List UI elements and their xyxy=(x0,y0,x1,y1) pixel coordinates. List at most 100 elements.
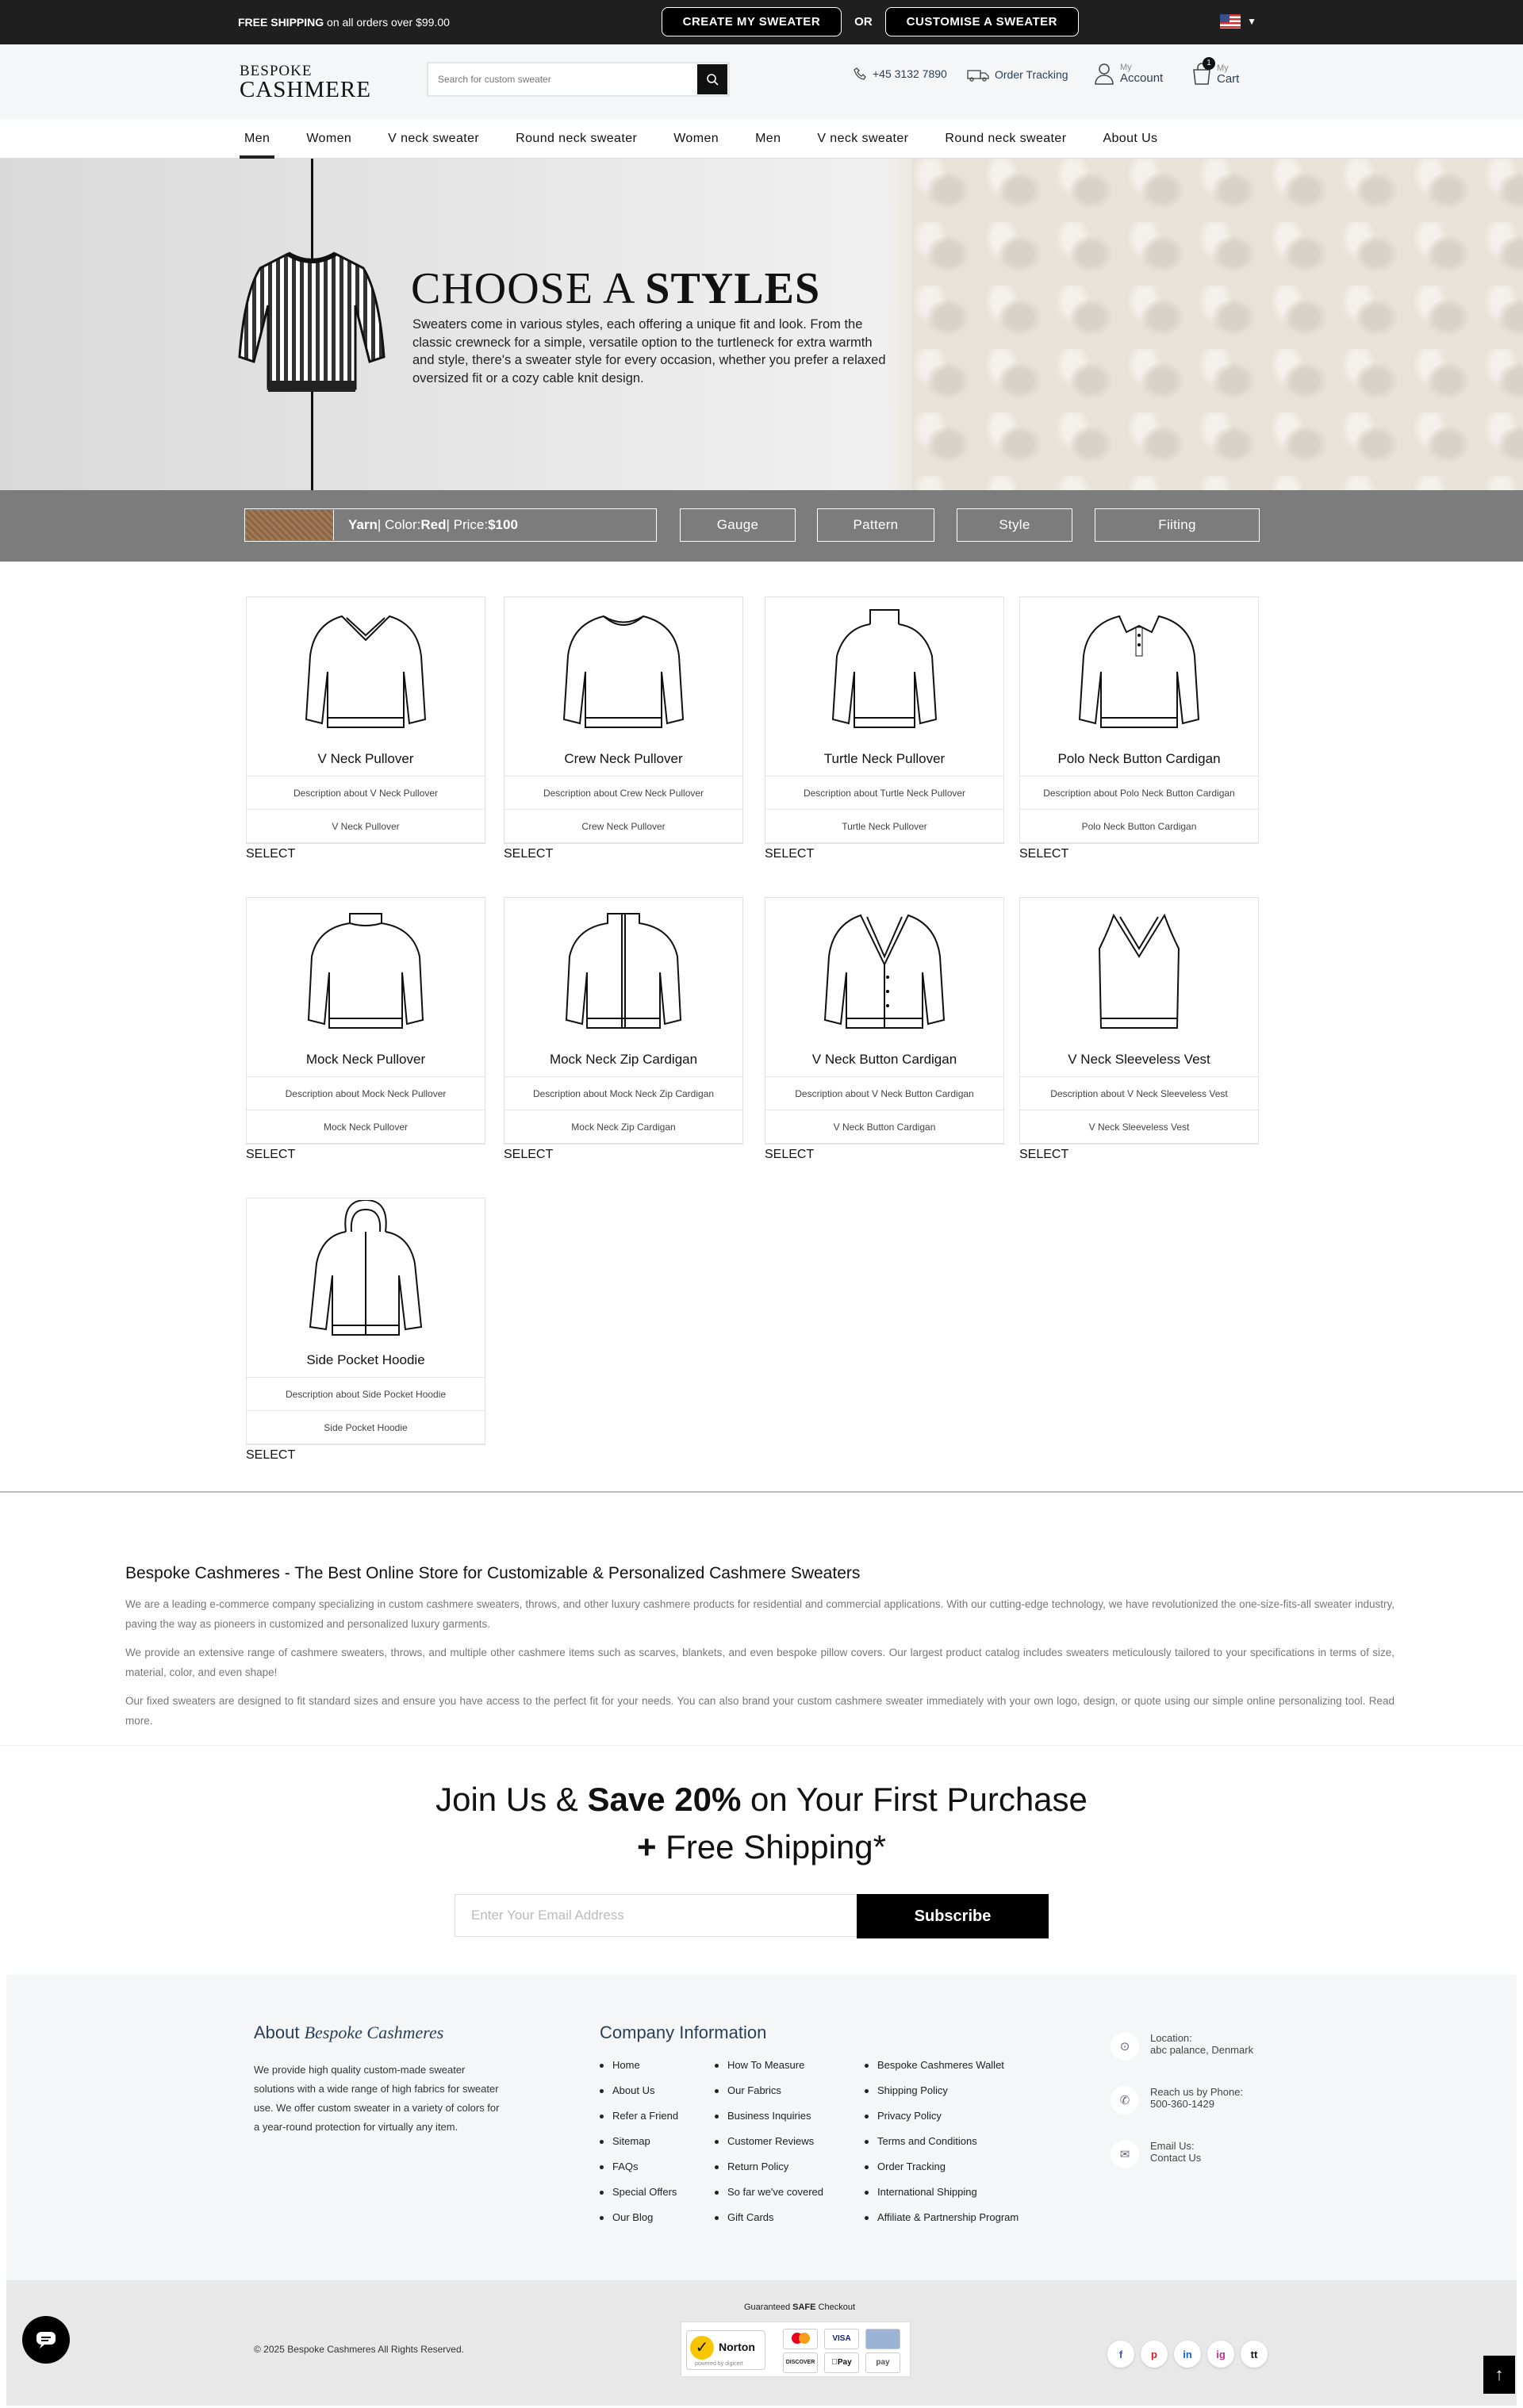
phone-link[interactable]: +45 3132 7890 xyxy=(854,67,947,81)
product-description: Description about Turtle Neck Pullover xyxy=(765,776,1003,810)
footer-link[interactable]: How To Measure xyxy=(715,2059,857,2084)
sleeveless-vest-icon xyxy=(1098,913,1180,1029)
back-to-top-button[interactable]: ↑ xyxy=(1483,2356,1515,2394)
footer-link[interactable]: Order Tracking xyxy=(865,2161,1023,2186)
product-subtitle: Polo Neck Button Cardigan xyxy=(1020,810,1258,843)
nav-item-men-2[interactable]: Men xyxy=(755,119,781,159)
create-sweater-button[interactable]: CREATE MY SWEATER xyxy=(661,7,842,36)
nav-item-about-us[interactable]: About Us xyxy=(1103,119,1157,159)
footer-link[interactable]: Refer a Friend xyxy=(600,2110,711,2135)
nav-item-round-neck-2[interactable]: Round neck sweater xyxy=(945,119,1066,159)
footer-link[interactable]: Our Blog xyxy=(600,2211,711,2237)
chat-button[interactable] xyxy=(22,2316,70,2364)
select-button[interactable]: SELECT xyxy=(246,1448,485,1485)
select-button[interactable]: SELECT xyxy=(765,1148,1004,1184)
customise-sweater-button[interactable]: CUSTOMISE A SWEATER xyxy=(884,7,1079,36)
footer-link[interactable]: Business Inquiries xyxy=(715,2110,857,2135)
nav-item-v-neck-2[interactable]: V neck sweater xyxy=(817,119,908,159)
product-description: Description about V Neck Button Cardigan xyxy=(765,1077,1003,1110)
tiktok-icon[interactable]: tt xyxy=(1241,2341,1268,2368)
apple-pay-icon: Pay xyxy=(824,2352,859,2373)
crew-neck-pullover-icon xyxy=(562,615,685,728)
product-subtitle: Mock Neck Pullover xyxy=(247,1110,485,1144)
footer-link[interactable]: Our Fabrics xyxy=(715,2084,857,2110)
copyright-text: © 2025 Bespoke Cashmeres All Rights Rese… xyxy=(254,2344,464,2355)
footer-link[interactable]: Home xyxy=(600,2059,711,2084)
language-selector[interactable]: ▼ xyxy=(1220,14,1256,29)
product-name: Crew Neck Pullover xyxy=(564,751,683,766)
pattern-button[interactable]: Pattern xyxy=(817,508,934,542)
footer-link[interactable]: Return Policy xyxy=(715,2161,857,2186)
footer-link[interactable]: International Shipping xyxy=(865,2186,1023,2211)
arrow-up-icon: ↑ xyxy=(1494,2364,1504,2384)
yarn-selector[interactable]: Yarn | Color: Red | Price: $100 xyxy=(244,508,657,542)
product-name: Side Pocket Hoodie xyxy=(306,1352,425,1367)
nav-item-round-neck[interactable]: Round neck sweater xyxy=(516,119,637,159)
amex-icon xyxy=(865,2329,900,2349)
gauge-button[interactable]: Gauge xyxy=(680,508,796,542)
product-name: Mock Neck Zip Cardigan xyxy=(549,1052,698,1067)
us-flag-icon xyxy=(1220,14,1241,29)
instagram-icon[interactable]: ig xyxy=(1207,2341,1234,2368)
search-icon xyxy=(707,74,719,86)
contact-phone[interactable]: ✆ Reach us by Phone: 500-360-1429 xyxy=(1111,2086,1243,2115)
contact-email[interactable]: ✉ Email Us: Contact Us xyxy=(1111,2140,1201,2168)
nav-item-v-neck[interactable]: V neck sweater xyxy=(388,119,479,159)
footer-link[interactable]: Affiliate & Partnership Program xyxy=(865,2211,1023,2237)
search-button[interactable] xyxy=(697,64,727,94)
visa-icon: VISA xyxy=(824,2329,859,2349)
select-button[interactable]: SELECT xyxy=(1019,847,1259,884)
product-description: Description about Mock Neck Zip Cardigan xyxy=(504,1077,742,1110)
logo[interactable]: BESPOKE CASHMERE xyxy=(240,63,371,102)
footer-link[interactable]: Privacy Policy xyxy=(865,2110,1023,2135)
cart-count-badge: 1 xyxy=(1203,57,1215,70)
site-header: BESPOKE CASHMERE +45 3132 7890 Order Tra… xyxy=(0,44,1523,119)
newsletter-heading: Join Us & Save 20% on Your First Purchas… xyxy=(435,1781,1088,1865)
footer-link[interactable]: Gift Cards xyxy=(715,2211,857,2237)
knit-texture-image xyxy=(912,159,1523,490)
product-subtitle: V Neck Sleeveless Vest xyxy=(1020,1110,1258,1144)
style-button[interactable]: Style xyxy=(957,508,1072,542)
nav-item-women-2[interactable]: Women xyxy=(673,119,719,159)
safe-checkout: Guaranteed SAFE Checkout xyxy=(681,2303,919,2315)
footer-link[interactable]: FAQs xyxy=(600,2161,711,2186)
select-button[interactable]: SELECT xyxy=(246,1148,485,1184)
product-subtitle: Crew Neck Pullover xyxy=(504,810,742,843)
phone-icon: ✆ xyxy=(1111,2086,1139,2115)
subscribe-button[interactable]: Subscribe xyxy=(857,1894,1049,1938)
nav-item-women[interactable]: Women xyxy=(306,119,351,159)
product-subtitle: Turtle Neck Pullover xyxy=(765,810,1003,843)
search-input[interactable] xyxy=(428,74,697,85)
hero-text: Sweaters come in various styles, each of… xyxy=(412,317,886,385)
nav-item-men[interactable]: Men xyxy=(239,119,275,159)
footer-link[interactable]: Terms and Conditions xyxy=(865,2135,1023,2161)
select-button[interactable]: SELECT xyxy=(765,847,1004,884)
select-button[interactable]: SELECT xyxy=(504,847,743,884)
account-link[interactable]: My Account xyxy=(1093,62,1163,86)
footer-link[interactable]: Shipping Policy xyxy=(865,2084,1023,2110)
footer-link[interactable]: About Us xyxy=(600,2084,711,2110)
select-button[interactable]: SELECT xyxy=(504,1148,743,1184)
facebook-icon[interactable]: f xyxy=(1107,2341,1134,2368)
footer-link[interactable]: Sitemap xyxy=(600,2135,711,2161)
location-pin-icon: ⊙ xyxy=(1111,2032,1139,2061)
product-name: V Neck Pullover xyxy=(317,751,414,766)
select-button[interactable]: SELECT xyxy=(246,847,485,884)
footer-about: About Bespoke Cashmeres We provide high … xyxy=(254,2023,508,2137)
contact-location: ⊙ Location: abc palance, Denmark xyxy=(1111,2032,1253,2061)
product-card: V Neck Pullover Description about V Neck… xyxy=(246,596,485,844)
linkedin-icon[interactable]: in xyxy=(1174,2341,1201,2368)
fitting-button[interactable]: Fiiting xyxy=(1095,508,1260,542)
pinterest-icon[interactable]: p xyxy=(1141,2341,1168,2368)
footer-link[interactable]: Customer Reviews xyxy=(715,2135,857,2161)
footer-link[interactable]: So far we've covered xyxy=(715,2186,857,2211)
option-bar: Yarn | Color: Red | Price: $100 Gauge Pa… xyxy=(0,490,1523,562)
discover-icon: DISCOVER xyxy=(783,2352,818,2373)
order-tracking-link[interactable]: Order Tracking xyxy=(966,67,1068,82)
select-button[interactable]: SELECT xyxy=(1019,1148,1259,1184)
footer-link[interactable]: Bespoke Cashmeres Wallet xyxy=(865,2059,1023,2084)
google-pay-icon: pay xyxy=(865,2352,900,2373)
email-input[interactable]: Enter Your Email Address xyxy=(455,1894,856,1937)
footer-link[interactable]: Special Offers xyxy=(600,2186,711,2211)
cart-link[interactable]: 1 My Cart xyxy=(1191,57,1239,88)
